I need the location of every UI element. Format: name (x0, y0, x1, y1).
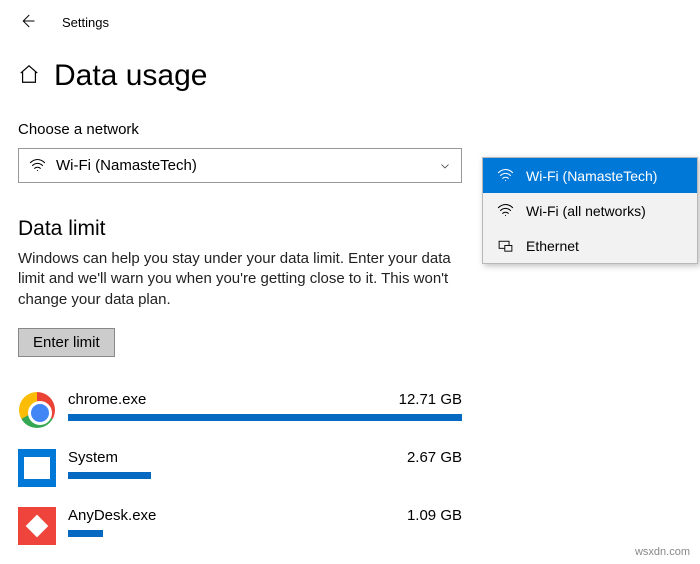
app-row: AnyDesk.exe 1.09 GB (18, 507, 462, 545)
dropdown-item-wifi-all[interactable]: Wi-Fi (all networks) (483, 193, 697, 228)
network-label: Choose a network (18, 121, 462, 138)
usage-bar (68, 414, 462, 421)
watermark: wsxdn.com (635, 546, 690, 558)
window-title: Settings (62, 15, 109, 30)
app-usage: 12.71 GB (399, 391, 462, 408)
app-usage-list: chrome.exe 12.71 GB System 2.67 GB AnyDe… (18, 391, 462, 545)
app-row: chrome.exe 12.71 GB (18, 391, 462, 429)
system-icon (18, 449, 56, 487)
app-row: System 2.67 GB (18, 449, 462, 487)
network-select-value: Wi-Fi (NamasteTech) (56, 157, 429, 174)
dropdown-item-wifi-namastetech[interactable]: Wi-Fi (NamasteTech) (483, 158, 697, 193)
network-dropdown: Wi-Fi (NamasteTech) Wi-Fi (all networks)… (482, 157, 698, 264)
data-limit-title: Data limit (18, 217, 462, 241)
dropdown-item-label: Wi-Fi (NamasteTech) (526, 168, 657, 184)
app-usage: 2.67 GB (407, 449, 462, 466)
dropdown-item-label: Ethernet (526, 238, 579, 254)
dropdown-item-ethernet[interactable]: Ethernet (483, 228, 697, 263)
data-limit-description: Windows can help you stay under your dat… (18, 249, 462, 310)
usage-bar (68, 472, 151, 479)
app-name: System (68, 449, 118, 466)
usage-bar (68, 530, 103, 537)
page-title: Data usage (54, 59, 207, 93)
wifi-icon (497, 202, 514, 219)
ethernet-icon (497, 237, 514, 254)
dropdown-item-label: Wi-Fi (all networks) (526, 203, 646, 219)
wifi-icon (29, 157, 46, 174)
app-name: chrome.exe (68, 391, 146, 408)
back-icon[interactable] (18, 12, 36, 33)
anydesk-icon (18, 507, 56, 545)
enter-limit-button[interactable]: Enter limit (18, 328, 115, 357)
network-select[interactable]: Wi-Fi (NamasteTech) (18, 148, 462, 183)
app-usage: 1.09 GB (407, 507, 462, 524)
chevron-down-icon (439, 160, 451, 172)
wifi-icon (497, 167, 514, 184)
chrome-icon (18, 391, 56, 429)
app-name: AnyDesk.exe (68, 507, 156, 524)
home-icon[interactable] (18, 63, 40, 90)
